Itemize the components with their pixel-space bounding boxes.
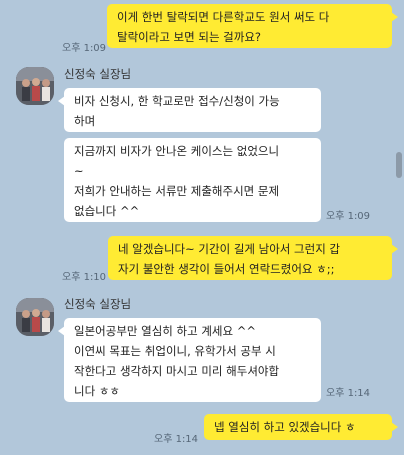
message-bubble-incoming[interactable]: 일본어공부만 열심히 하고 계세요 ^^ 이연씨 목표는 취업이니, 유학가서 … [58,318,321,402]
profile-photo-icon [16,67,54,105]
message-time: 오후 1:14 [154,434,199,445]
avatar[interactable] [16,298,54,336]
message-bubble-outgoing[interactable]: 네 알겠습니다~ 기간이 길게 남아서 그런지 갑 자기 불안한 생각이 들어서… [108,236,398,280]
sender-name: 신정숙 실장님 [64,67,132,81]
message-time: 오후 1:09 [62,43,107,54]
scrollbar-thumb[interactable] [396,152,402,178]
message-time: 오후 1:14 [326,388,371,399]
chat-area[interactable]: 이게 한번 탈락되면 다른학교도 원서 써도 다 탈락이라고 보면 되는 걸까요… [0,0,404,455]
profile-photo-icon [16,298,54,336]
message-bubble-outgoing[interactable]: 넵 열심히 하고 있겠습니다 ㅎ [204,414,398,440]
sender-name: 신정숙 실장님 [64,297,132,311]
message-bubble-incoming[interactable]: 지금까지 비자가 안나온 케이스는 없었으니 ~ 저희가 안내하는 서류만 제출… [64,138,321,222]
avatar[interactable] [16,67,54,105]
message-time: 오후 1:10 [62,272,107,283]
message-bubble-outgoing[interactable]: 이게 한번 탈락되면 다른학교도 원서 써도 다 탈락이라고 보면 되는 걸까요… [107,4,398,48]
message-bubble-incoming[interactable]: 비자 신청시, 한 학교로만 접수/신청이 가능 하며 [58,88,321,132]
message-time: 오후 1:09 [326,211,371,222]
